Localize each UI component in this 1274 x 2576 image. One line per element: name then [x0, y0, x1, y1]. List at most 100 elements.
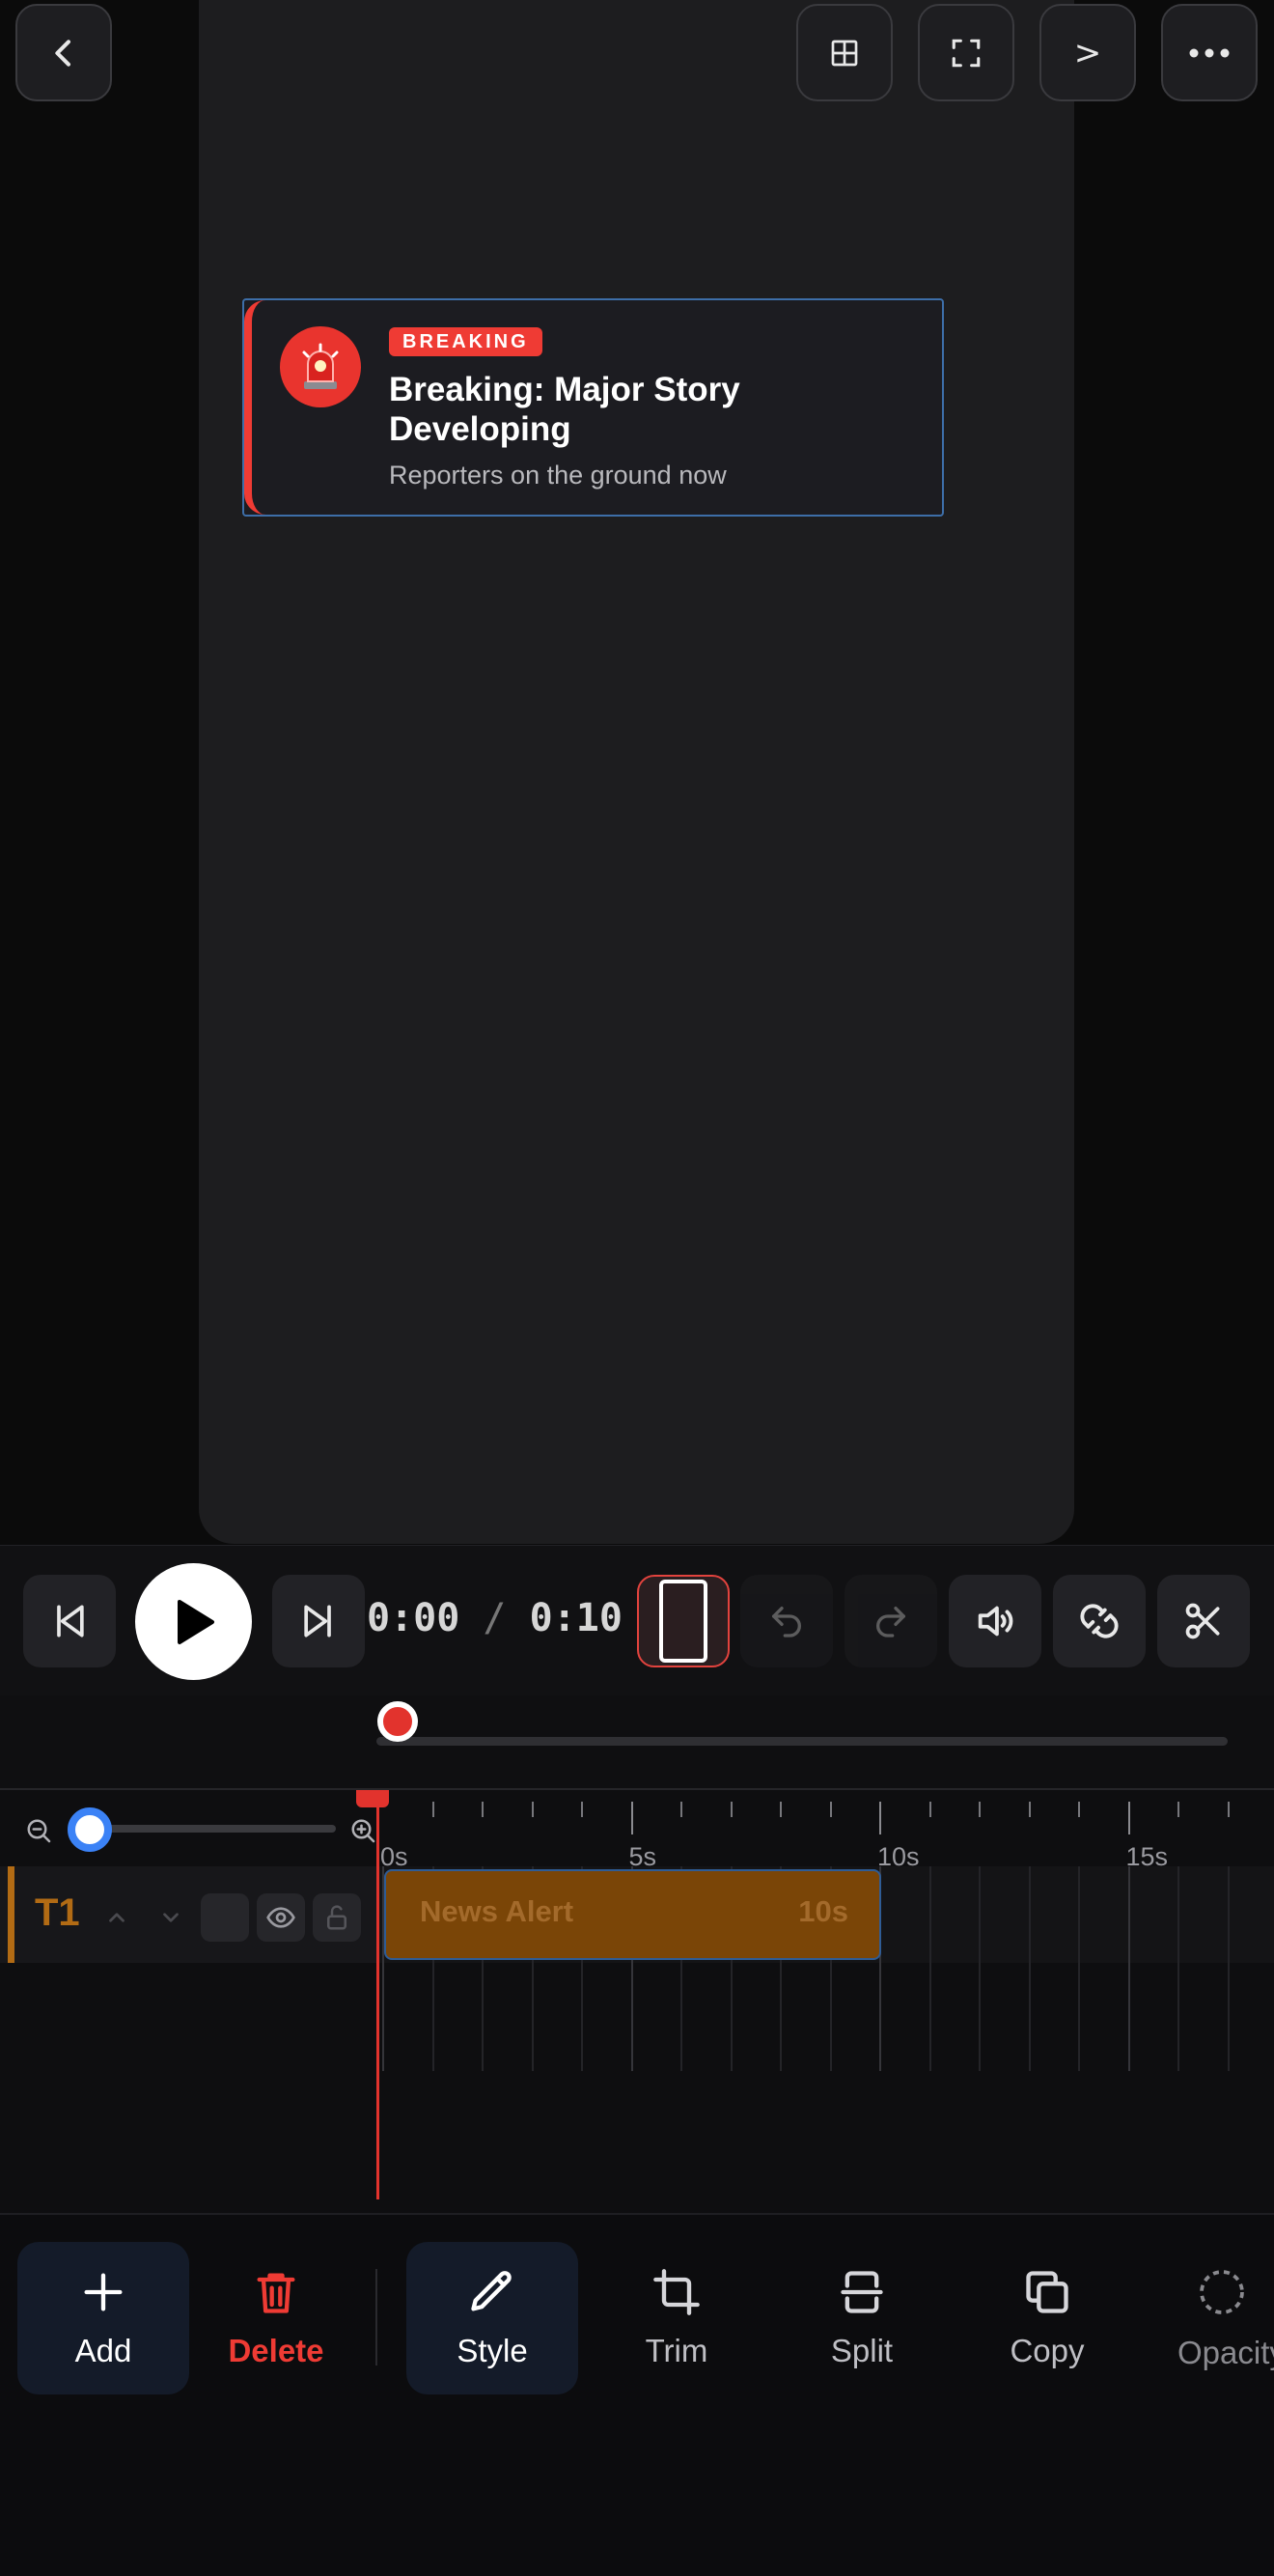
add-button[interactable]: Add — [17, 2242, 189, 2394]
play-icon — [177, 1599, 214, 1644]
ruler-tick — [829, 1802, 832, 1817]
next-label: > — [1073, 33, 1102, 72]
snap-magnet-button[interactable] — [1053, 1575, 1146, 1667]
more-button[interactable] — [1161, 4, 1258, 101]
move-track-down-button[interactable] — [147, 1893, 195, 1942]
grid-line — [928, 1866, 931, 2071]
plus-icon — [84, 2273, 123, 2311]
grid-line — [1127, 1866, 1130, 2071]
ruler-tick — [730, 1802, 733, 1817]
move-track-up-button[interactable] — [93, 1893, 141, 1942]
grid-button[interactable] — [796, 4, 893, 101]
ruler-tick — [431, 1802, 434, 1817]
ruler-tick — [1177, 1802, 1179, 1817]
clip-label: News Alert — [420, 1894, 574, 1928]
expand-icon — [952, 39, 981, 67]
copy-label: Copy — [1010, 2333, 1085, 2368]
toolbar-divider — [375, 2269, 377, 2366]
playhead-handle[interactable] — [356, 1790, 389, 1807]
skip-forward-icon — [304, 1605, 331, 1638]
eye-icon — [266, 1907, 295, 1928]
grid-line — [1227, 1866, 1230, 2071]
chevron-up-icon — [109, 1913, 125, 1922]
zoom-slider-handle[interactable] — [68, 1807, 112, 1852]
skip-forward-button[interactable] — [272, 1575, 365, 1667]
grid-line — [1078, 1866, 1080, 2071]
volume-button[interactable] — [949, 1575, 1041, 1667]
opacity-label: Opacity — [1177, 2335, 1274, 2370]
time-separator: / — [483, 1596, 507, 1640]
opacity-button[interactable]: Opacity — [1147, 2242, 1274, 2394]
alert-subtitle: Reporters on the ground now — [389, 461, 727, 490]
redo-button[interactable] — [845, 1575, 937, 1667]
split-label: Split — [830, 2333, 894, 2368]
ruler-tick — [879, 1802, 881, 1834]
scrubber-handle[interactable] — [377, 1701, 418, 1742]
video-canvas[interactable] — [199, 0, 1074, 1544]
siren-icon — [280, 326, 361, 407]
fullscreen-button[interactable] — [918, 4, 1014, 101]
trim-button[interactable]: Trim — [591, 2242, 762, 2394]
split-button[interactable]: Split — [776, 2242, 948, 2394]
zoom-control — [0, 1790, 378, 1862]
grid-line — [1028, 1866, 1031, 2071]
undo-button[interactable] — [740, 1575, 833, 1667]
scrubber[interactable] — [0, 1695, 1274, 1788]
track-lock-button[interactable] — [313, 1893, 361, 1942]
ruler-tick — [928, 1802, 931, 1817]
copy-icon — [1026, 2271, 1068, 2313]
alert-accent-bar — [244, 300, 265, 515]
scrubber-track[interactable] — [376, 1737, 1228, 1746]
ruler-tick — [630, 1802, 633, 1834]
zoom-slider-track[interactable] — [75, 1825, 336, 1833]
ruler-tick — [1028, 1802, 1031, 1817]
track-header-t1: T1 — [0, 1866, 378, 1963]
aspect-ratio-button[interactable] — [637, 1575, 730, 1667]
playhead[interactable] — [376, 1790, 379, 2199]
skip-back-icon — [57, 1605, 84, 1638]
time-ruler[interactable]: 0s 5s 10s 15s — [378, 1790, 1274, 1871]
volume-icon — [978, 1606, 1013, 1637]
track-mute-button[interactable] — [201, 1893, 249, 1942]
play-button[interactable] — [135, 1563, 252, 1680]
style-label: Style — [457, 2333, 528, 2368]
ruler-tick — [780, 1802, 782, 1817]
zoom-in-icon[interactable] — [349, 1817, 378, 1846]
track-name: T1 — [35, 1891, 80, 1934]
trim-label: Trim — [645, 2333, 708, 2368]
ruler-tick — [1078, 1802, 1080, 1817]
aspect-ratio-icon — [659, 1580, 707, 1663]
chevron-down-icon — [163, 1913, 179, 1922]
copy-button[interactable]: Copy — [961, 2242, 1133, 2394]
current-time: 0:00 — [367, 1596, 460, 1640]
redo-icon — [876, 1607, 905, 1638]
skip-back-button[interactable] — [23, 1575, 116, 1667]
style-button[interactable]: Style — [406, 2242, 578, 2394]
add-label: Add — [74, 2333, 132, 2368]
grid-line — [979, 1866, 981, 2071]
back-button[interactable] — [15, 4, 112, 101]
total-time: 0:10 — [529, 1596, 623, 1640]
time-readout: 0:00 / 0:10 — [367, 1596, 623, 1640]
magnet-icon — [1080, 1604, 1119, 1638]
ruler-tick — [680, 1802, 682, 1817]
alert-title: Breaking: Major Story Developing — [389, 371, 740, 448]
preview-area: > BREAKING Breaking: Major Story Develop… — [0, 0, 1274, 1545]
delete-button[interactable]: Delete — [190, 2242, 362, 2394]
ruler-tick — [1227, 1802, 1230, 1817]
breaking-alert-overlay[interactable]: BREAKING Breaking: Major Story Developin… — [242, 298, 944, 517]
trash-icon — [257, 2273, 295, 2313]
split-icon — [841, 2271, 883, 2313]
pencil-icon — [471, 2271, 512, 2311]
ruler-tick — [531, 1802, 534, 1817]
cut-button[interactable] — [1157, 1575, 1250, 1667]
scissors-icon — [1185, 1603, 1220, 1639]
track-color-stripe — [8, 1866, 14, 1963]
zoom-out-icon[interactable] — [25, 1817, 54, 1846]
next-button[interactable]: > — [1039, 4, 1136, 101]
clip-news-alert[interactable]: News Alert 10s — [384, 1869, 881, 1960]
track-visibility-button[interactable] — [257, 1893, 305, 1942]
more-horizontal-icon — [1189, 48, 1230, 57]
bottom-toolbar: Add Delete Style Trim Split Copy Opacity — [0, 2213, 1274, 2576]
delete-label: Delete — [228, 2333, 324, 2368]
